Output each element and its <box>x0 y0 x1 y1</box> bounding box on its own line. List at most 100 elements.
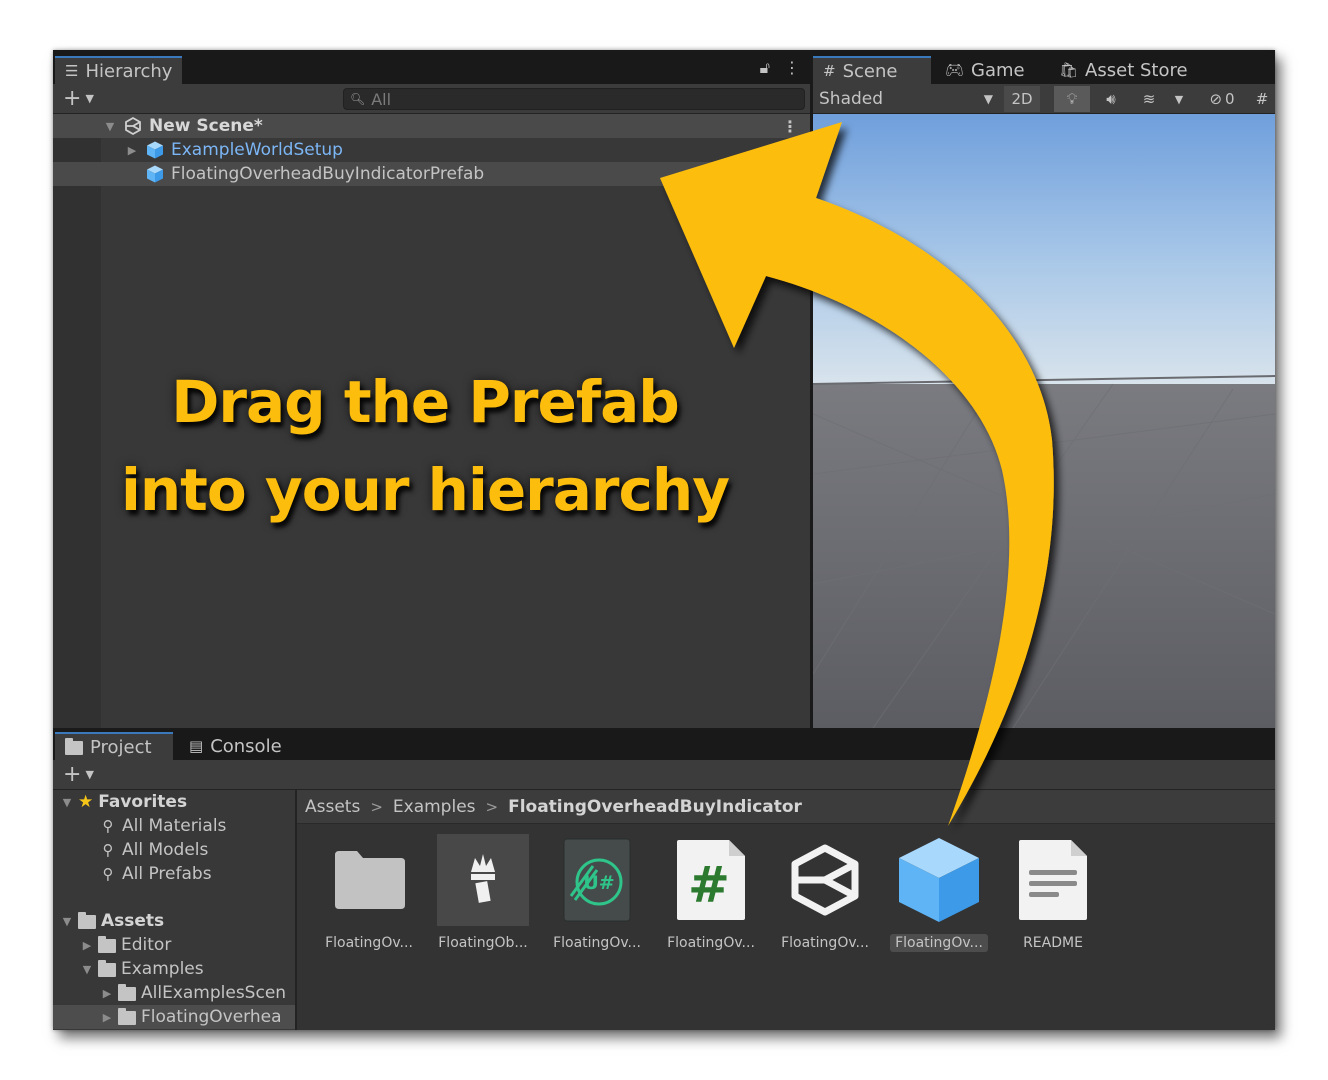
sidebar-item-all-materials[interactable]: ⚲ All Materials <box>53 814 295 838</box>
folder-icon <box>118 1008 136 1025</box>
folder-icon <box>118 984 136 1001</box>
assets-header[interactable]: ▼ Assets <box>53 909 295 933</box>
scene-row[interactable]: ▼ New Scene* ⋮ <box>53 114 810 138</box>
scene-viewport[interactable] <box>813 114 1275 728</box>
asset-tile[interactable]: README <box>1001 834 1105 964</box>
expand-arrow-icon[interactable]: ▶ <box>99 987 115 1000</box>
expand-arrow-icon[interactable]: ▼ <box>59 915 75 928</box>
hierarchy-panel: ☰ Hierarchy 🔓︎ ⋮ + ▼ 🔍︎ All ▼ New Scene*… <box>53 50 810 728</box>
expand-arrow-icon[interactable]: ▼ <box>79 963 95 976</box>
scene-menu-icon[interactable]: ⋮ <box>782 117 798 136</box>
expand-arrow-icon[interactable]: ▶ <box>99 1011 115 1024</box>
assets-label: Assets <box>101 911 165 931</box>
grid-hash-icon: # <box>823 62 836 80</box>
layers-icon: ≋ <box>1142 90 1156 108</box>
chevron-down-icon: ▼ <box>983 92 993 106</box>
toggle-2d-button[interactable]: 2D <box>1004 86 1040 112</box>
project-assets-pane: Assets > Examples > FloatingOverheadBuyI… <box>297 790 1275 1030</box>
tab-console-label: Console <box>210 735 282 757</box>
gamepad-icon: 🎮︎ <box>945 61 965 79</box>
tab-scene[interactable]: # Scene <box>813 56 931 84</box>
hierarchy-item[interactable]: ▶ ExampleWorldSetup <box>53 138 810 162</box>
sidebar-item-examples[interactable]: ▼ Examples <box>53 957 295 981</box>
tab-asset-store[interactable]: 🛍︎ Asset Store <box>1049 56 1198 84</box>
hierarchy-tabbar: ☰ Hierarchy 🔓︎ ⋮ <box>53 50 810 84</box>
crown-logo-icon <box>437 834 529 926</box>
asset-tile[interactable]: FloatingOv... <box>317 834 421 964</box>
search-placeholder: All <box>371 89 392 109</box>
hierarchy-search-input[interactable]: 🔍︎ All <box>343 88 805 110</box>
asset-label: FloatingOv... <box>325 935 413 951</box>
sidebar-item-label: AllExamplesScen <box>141 983 287 1003</box>
expand-arrow-icon[interactable]: ▶ <box>125 144 139 157</box>
sidebar-item-label: FloatingOverhea <box>141 1007 282 1027</box>
lock-icon[interactable]: 🔓︎ <box>760 58 770 78</box>
create-dropdown-button[interactable]: + ▼ <box>63 86 94 111</box>
asset-tile[interactable]: # FloatingOv... <box>659 834 763 964</box>
grid-toggle-button[interactable]: # <box>1249 86 1275 112</box>
tab-hierarchy[interactable]: ☰ Hierarchy <box>55 56 183 84</box>
asset-tile[interactable]: FloatingOv... <box>887 834 991 964</box>
project-toolbar: + ▼ <box>53 760 1275 790</box>
tab-console[interactable]: ▤ Console <box>179 732 292 760</box>
tab-project[interactable]: Project <box>55 732 173 760</box>
unity-scene-icon <box>125 116 141 136</box>
sidebar-item-label: Editor <box>121 935 172 955</box>
unity-scene-icon <box>779 834 871 926</box>
breadcrumb-item[interactable]: FloatingOverheadBuyIndicator <box>508 797 802 817</box>
sidebar-item-label: All Materials <box>122 816 227 836</box>
console-icon: ▤ <box>189 737 204 755</box>
expand-arrow-icon[interactable]: ▼ <box>59 796 75 809</box>
draw-mode-dropdown[interactable]: Shaded ▼ <box>819 84 999 114</box>
lightbulb-icon: 💡︎ <box>1066 90 1078 108</box>
toggle-2d-label: 2D <box>1011 90 1033 108</box>
scene-visibility-button[interactable]: ⊘ 0 <box>1197 86 1247 112</box>
hidden-eye-icon: ⊘ <box>1209 90 1223 108</box>
create-dropdown-button[interactable]: + ▼ <box>63 762 94 787</box>
sidebar-item-editor[interactable]: ▶ Editor <box>53 933 295 957</box>
effects-dropdown-button[interactable]: ▼ <box>1169 86 1189 112</box>
scene-tabbar: # Scene 🎮︎ Game 🛍︎ Asset Store <box>813 50 1275 84</box>
draw-mode-label: Shaded <box>819 89 884 109</box>
scene-panel: # Scene 🎮︎ Game 🛍︎ Asset Store Shaded ▼ … <box>810 50 1275 728</box>
tab-game[interactable]: 🎮︎ Game <box>935 56 1035 84</box>
star-icon: ★ <box>78 792 94 812</box>
csharp-script-icon: # <box>665 834 757 926</box>
asset-tile[interactable]: FloatingOb... <box>431 834 535 964</box>
grid-icon: # <box>1255 90 1269 108</box>
shopping-bag-icon: 🛍︎ <box>1059 61 1079 79</box>
udon-sharp-icon: U# <box>551 834 643 926</box>
prefab-cube-icon <box>147 165 163 183</box>
expand-arrow-icon[interactable]: ▶ <box>79 939 95 952</box>
expand-arrow-icon[interactable]: ▼ <box>103 120 117 133</box>
scene-name: New Scene* <box>149 116 263 136</box>
breadcrumb-item[interactable]: Examples <box>393 797 476 817</box>
asset-tile[interactable]: U# FloatingOv... <box>545 834 649 964</box>
folder-icon <box>98 936 116 953</box>
open-folder-icon <box>78 912 96 929</box>
sidebar-item-all-prefabs[interactable]: ⚲ All Prefabs <box>53 862 295 886</box>
favorites-header[interactable]: ▼ ★ Favorites <box>53 790 295 814</box>
asset-label: README <box>1023 935 1083 951</box>
kebab-menu-icon[interactable]: ⋮ <box>784 58 800 78</box>
project-tabbar: Project ▤ Console <box>53 730 1275 760</box>
search-icon: ⚲ <box>102 865 114 883</box>
tab-game-label: Game <box>971 59 1025 81</box>
folder-icon <box>323 834 415 926</box>
tab-asset-store-label: Asset Store <box>1085 59 1188 81</box>
audio-toggle-button[interactable]: 🔊︎ <box>1093 86 1129 112</box>
sidebar-item-floatingoverhead[interactable]: ▶ FloatingOverhea <box>53 1005 295 1029</box>
tab-hierarchy-label: Hierarchy <box>85 60 173 82</box>
effects-toggle-button[interactable]: ≋ <box>1131 86 1167 112</box>
sidebar-item-allexamplesscene[interactable]: ▶ AllExamplesScen <box>53 981 295 1005</box>
hierarchy-item[interactable]: FloatingOverheadBuyIndicatorPrefab <box>53 162 810 186</box>
plus-icon: + <box>63 86 82 111</box>
breadcrumb-item[interactable]: Assets <box>305 797 360 817</box>
sidebar-item-all-models[interactable]: ⚲ All Models <box>53 838 295 862</box>
asset-tile[interactable]: FloatingOv... <box>773 834 877 964</box>
folder-icon <box>65 738 83 755</box>
lighting-toggle-button[interactable]: 💡︎ <box>1054 86 1090 112</box>
sidebar-item-label: All Models <box>122 840 209 860</box>
favorites-label: Favorites <box>98 792 188 812</box>
hidden-count: 0 <box>1225 90 1235 108</box>
